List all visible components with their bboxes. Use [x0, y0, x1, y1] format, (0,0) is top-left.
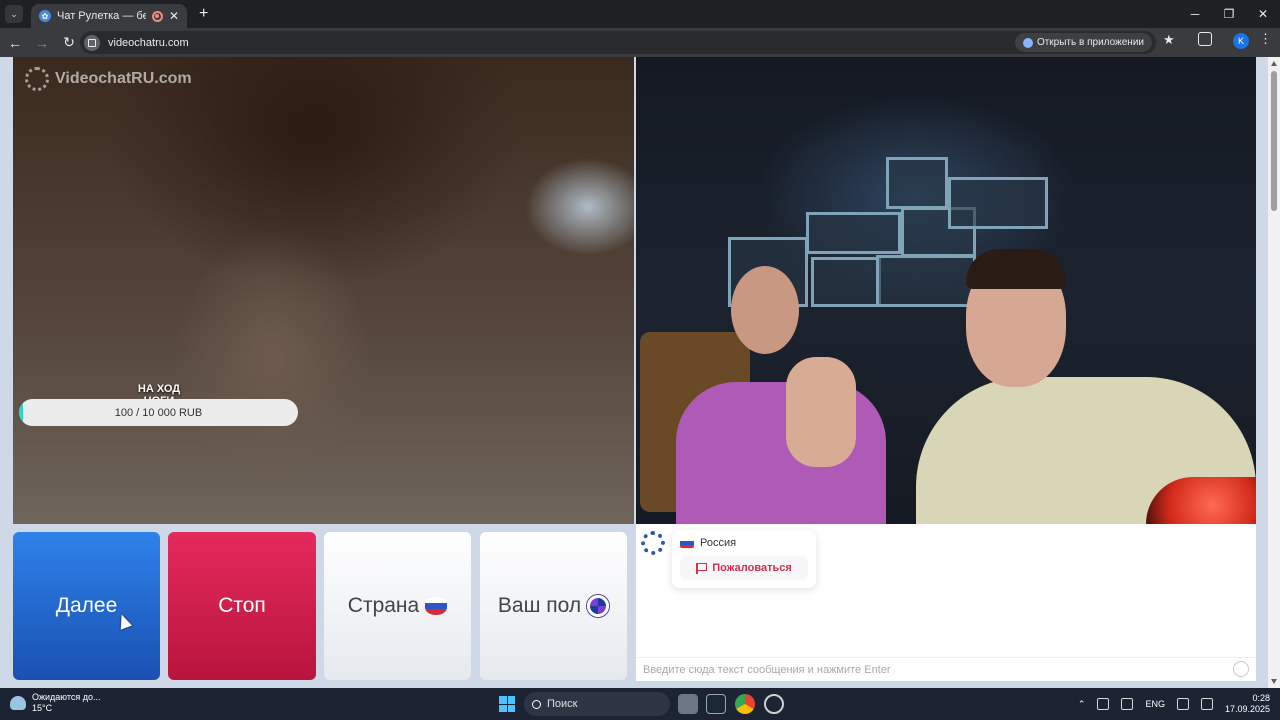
search-label: Поиск — [547, 698, 578, 710]
chat-input-row — [636, 657, 1256, 681]
site-logo[interactable]: VideochatRU.com — [25, 67, 192, 91]
tab-close-icon[interactable]: ✕ — [169, 9, 179, 23]
weather-temperature: 15°C — [32, 703, 53, 713]
russia-flag-icon — [425, 597, 448, 615]
obs-icon[interactable] — [764, 694, 784, 714]
open-in-app-button[interactable]: Открыть в приложении — [1014, 33, 1152, 52]
clock-date: 17.09.2025 — [1224, 704, 1270, 714]
stop-button[interactable]: Стоп — [168, 532, 316, 680]
partner-country-label: Россия — [700, 537, 737, 549]
gender-button-label: Ваш пол — [497, 594, 582, 617]
russia-flag-icon — [680, 538, 694, 548]
start-button[interactable] — [499, 696, 515, 712]
report-button-label: Пожаловаться — [712, 562, 792, 574]
rain-cloud-icon — [10, 696, 26, 710]
browser-menu-icon[interactable]: ⋮ — [1259, 31, 1272, 47]
wall-shelf — [886, 157, 948, 209]
scroll-thumb[interactable] — [1271, 71, 1277, 211]
report-flag-icon — [696, 562, 708, 574]
chrome-icon[interactable] — [735, 694, 755, 714]
window-close-button[interactable]: ✕ — [1246, 0, 1280, 28]
recording-indicator-icon — [151, 10, 163, 22]
tab-title: Чат Рулетка — бесплатный — [57, 10, 146, 22]
volume-icon[interactable] — [1200, 698, 1213, 710]
bookmark-star-icon[interactable]: ★ — [1163, 32, 1175, 48]
browser-tab-bar: ⌄ ✿ Чат Рулетка — бесплатный ✕ + ─ ❐ ✕ — [0, 0, 1280, 28]
steam-icon[interactable] — [706, 694, 726, 714]
site-favicon-icon: ✿ — [39, 10, 51, 22]
partner-country: Россия — [680, 537, 736, 549]
weather-widget[interactable]: Ожидаются до... 15°C — [10, 692, 101, 714]
chat-logo-icon — [641, 531, 665, 555]
wall-shelf — [948, 177, 1048, 229]
extensions-icon[interactable] — [1198, 32, 1212, 46]
task-view-icon[interactable] — [678, 694, 698, 714]
page-content: VideochatRU.com НА ХОД НОГИ 100 / 10 000… — [0, 57, 1280, 688]
minimize-button[interactable]: ─ — [1178, 0, 1212, 28]
open-in-app-label: Открыть в приложении — [1036, 37, 1144, 48]
site-info-icon[interactable] — [84, 34, 100, 51]
report-button[interactable]: Пожаловаться — [680, 556, 808, 580]
search-icon — [532, 699, 541, 709]
profile-avatar[interactable]: K — [1233, 33, 1249, 49]
country-button[interactable]: Страна — [324, 532, 471, 680]
chat-message-input[interactable] — [643, 658, 1223, 681]
back-button[interactable]: ← — [3, 31, 27, 55]
self-video — [636, 57, 1256, 524]
scroll-down-icon[interactable] — [1271, 679, 1277, 684]
logo-text: VideochatRU.com — [55, 70, 192, 87]
scroll-up-icon[interactable] — [1271, 61, 1277, 66]
reload-button[interactable]: ↻ — [57, 31, 81, 55]
emoji-icon[interactable] — [1233, 661, 1249, 677]
url-text[interactable]: videochatru.com — [108, 37, 189, 49]
language-indicator[interactable]: ENG — [1145, 699, 1165, 709]
new-tab-button[interactable]: + — [199, 5, 208, 23]
network-icon[interactable] — [1097, 698, 1110, 710]
goal-progress-bar: 100 / 10 000 RUB — [19, 399, 298, 426]
partner-info-card: Россия Пожаловаться — [672, 530, 816, 588]
partner-video: VideochatRU.com НА ХОД НОГИ 100 / 10 000… — [13, 57, 634, 524]
gender-icon — [587, 595, 610, 617]
forward-button[interactable]: → — [30, 31, 54, 55]
browser-tab[interactable]: ✿ Чат Рулетка — бесплатный ✕ — [31, 4, 187, 28]
window-controls: ─ ❐ ✕ — [1178, 0, 1280, 28]
browser-toolbar: ← → ↻ videochatru.com Открыть в приложен… — [0, 28, 1280, 57]
taskbar-search[interactable]: Поиск — [524, 692, 670, 716]
display-icon[interactable] — [1176, 698, 1189, 710]
hands — [786, 357, 856, 467]
clock[interactable]: 0:28 17.09.2025 — [1225, 693, 1270, 715]
logo-icon — [25, 67, 49, 91]
microphone-icon[interactable] — [1121, 698, 1134, 710]
tab-search-button[interactable]: ⌄ — [5, 5, 23, 23]
gender-button[interactable]: Ваш пол — [480, 532, 627, 680]
clock-time: 0:28 — [1252, 693, 1270, 703]
next-button[interactable]: Далее — [13, 532, 160, 680]
tray-overflow-icon[interactable]: ⌃ — [1078, 699, 1086, 710]
address-bar[interactable]: videochatru.com Открыть в приложении — [80, 31, 1156, 54]
country-button-label: Страна — [347, 594, 420, 617]
system-tray: ⌃ ENG 0:28 17.09.2025 — [1078, 688, 1270, 720]
weather-status: Ожидаются до... — [32, 692, 101, 702]
next-button-label: Далее — [55, 594, 118, 617]
app-icon — [1022, 37, 1033, 48]
goal-progress-text: 100 / 10 000 RUB — [114, 406, 203, 419]
restore-button[interactable]: ❐ — [1212, 0, 1246, 28]
taskbar: Ожидаются до... 15°C Поиск ⌃ ENG 0:28 17… — [0, 688, 1280, 720]
page-scrollbar[interactable] — [1268, 57, 1280, 688]
stop-button-label: Стоп — [218, 594, 266, 617]
chat-panel: Россия Пожаловаться — [636, 524, 1256, 681]
